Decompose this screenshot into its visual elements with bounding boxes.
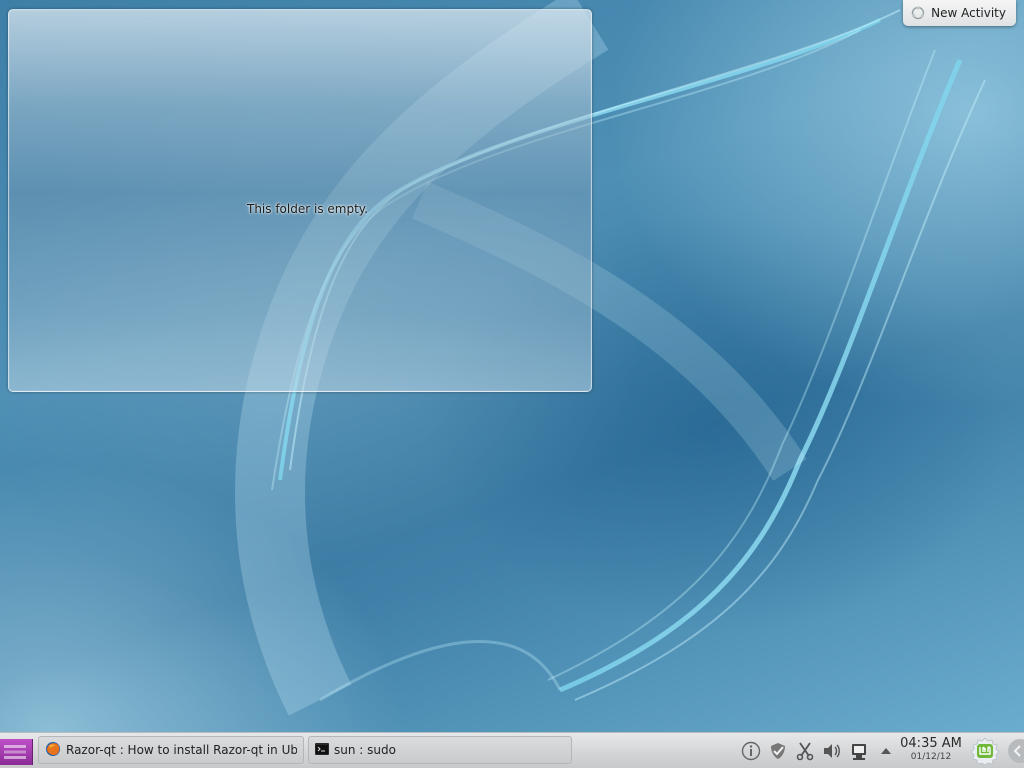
panel-toolbox-button[interactable]	[1004, 739, 1024, 763]
folder-empty-message: This folder is empty.	[247, 202, 368, 216]
firefox-icon	[45, 741, 61, 760]
digital-clock[interactable]: 04:35 AM 01/12/12	[896, 736, 966, 763]
system-tray	[740, 737, 902, 765]
folder-view-widget[interactable]: This folder is empty.	[8, 9, 592, 392]
application-launcher-icon	[4, 745, 26, 759]
info-icon[interactable]	[740, 740, 762, 762]
shield-check-icon[interactable]	[767, 740, 789, 762]
new-activity-label: New Activity	[931, 6, 1006, 20]
mint-menu-button[interactable]	[970, 737, 1000, 766]
new-activity-button[interactable]: New Activity	[903, 0, 1016, 26]
tray-expand-arrow-icon[interactable]	[875, 740, 897, 762]
network-icon[interactable]	[848, 740, 870, 762]
task-label: Razor-qt : How to install Razor-qt in Ub…	[66, 743, 297, 757]
clock-date: 01/12/12	[910, 752, 952, 762]
volume-icon[interactable]	[821, 740, 843, 762]
linux-mint-icon	[970, 737, 1000, 766]
task-label: sun : sudo	[334, 743, 396, 757]
taskbar-panel: Razor-qt : How to install Razor-qt in Ub…	[0, 732, 1024, 768]
panel-toolbox-icon	[1008, 739, 1024, 763]
activity-icon	[911, 6, 925, 20]
clock-time: 04:35 AM	[900, 736, 962, 751]
scissors-icon[interactable]	[794, 740, 816, 762]
application-launcher-button[interactable]	[0, 739, 33, 765]
desktop[interactable]: This folder is empty. New Activity Razor…	[0, 0, 1024, 768]
taskbar-task-terminal[interactable]: sun : sudo	[308, 736, 572, 764]
taskbar-task-firefox[interactable]: Razor-qt : How to install Razor-qt in Ub…	[38, 736, 304, 764]
terminal-icon	[315, 742, 329, 758]
